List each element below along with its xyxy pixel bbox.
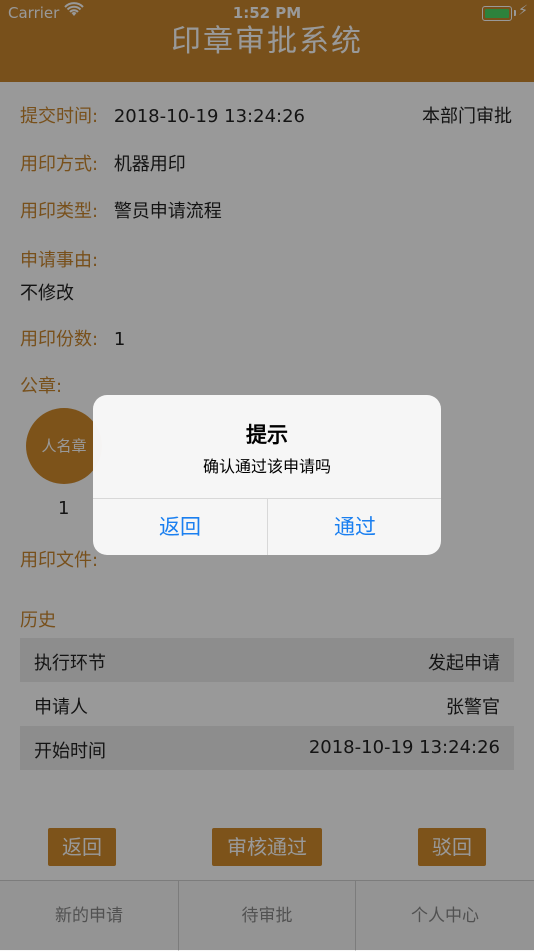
dialog-cancel-button[interactable]: 返回 [93,499,267,555]
confirm-dialog: 提示 确认通过该申请吗 返回 通过 [93,395,441,555]
dialog-message: 确认通过该申请吗 [202,457,331,476]
dialog-confirm-button[interactable]: 通过 [268,499,441,555]
dialog-title: 提示 [246,423,288,447]
